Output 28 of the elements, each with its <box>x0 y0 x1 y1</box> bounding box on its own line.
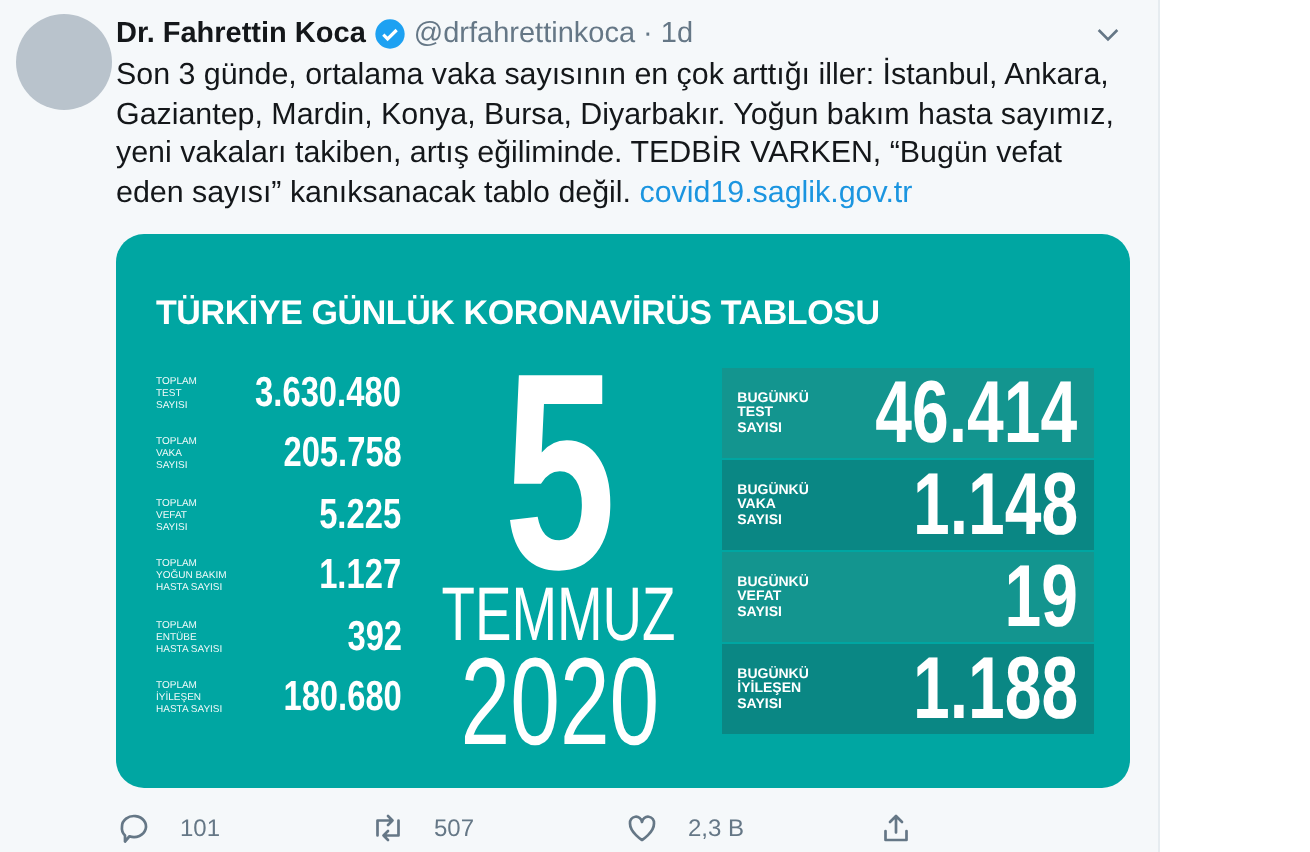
author-name[interactable]: Dr. Fahrettin Koca <box>116 17 366 50</box>
daily-stat-value: 1.148 <box>912 465 1078 546</box>
daily-stat-value: 46.414 <box>876 373 1078 454</box>
speech-bubble-icon[interactable] <box>116 810 152 847</box>
author-handle[interactable]: @drfahrettinkoca <box>413 17 636 50</box>
share-icon[interactable] <box>878 810 914 847</box>
daily-stat-value: 1.188 <box>912 649 1078 730</box>
stat-value: 205.758 <box>282 430 402 479</box>
tweet-link[interactable]: covid19.saglik.gov.tr <box>639 175 913 210</box>
stat-value: 3.630.480 <box>255 369 402 418</box>
date-day: 5 <box>503 362 616 583</box>
date-month: TEMMUZ <box>442 582 677 651</box>
heart-icon[interactable] <box>624 810 660 847</box>
tweet-time[interactable]: 1d <box>660 17 694 50</box>
stat-value: 1.127 <box>319 552 402 601</box>
date-year: 2020 <box>459 650 659 759</box>
separator-dot: · <box>643 17 653 50</box>
stat-value: 180.680 <box>282 674 402 723</box>
stat-value: 5.225 <box>319 491 402 540</box>
action-count: 2,3 B <box>688 814 745 843</box>
action-count: 101 <box>180 814 221 843</box>
infographic-title: TÜRKİYE GÜNLÜK KORONAVİRÜS TABLOSU <box>156 294 882 335</box>
daily-stat-value: 19 <box>1004 557 1078 638</box>
retweet-icon[interactable] <box>370 810 406 847</box>
infographic-card[interactable] <box>116 234 1130 788</box>
action-count: 507 <box>434 814 475 843</box>
stat-value: 392 <box>346 613 402 662</box>
tweet-text: Son 3 günde, ortalama vaka sayısının en çok arttığı iller: İstanbul, Ankara, Gaziantep, Mardin, Konya, Bursa, Diyarbakır. Yoğun bakım hasta sayımız, yeni vakaları takiben, artış eğiliminde. TEDBİR VARKEN, “Bugün vefat eden sayısı” kanıksanacak tablo değil. covid19.saglik.gov.tr <box>116 56 1116 213</box>
